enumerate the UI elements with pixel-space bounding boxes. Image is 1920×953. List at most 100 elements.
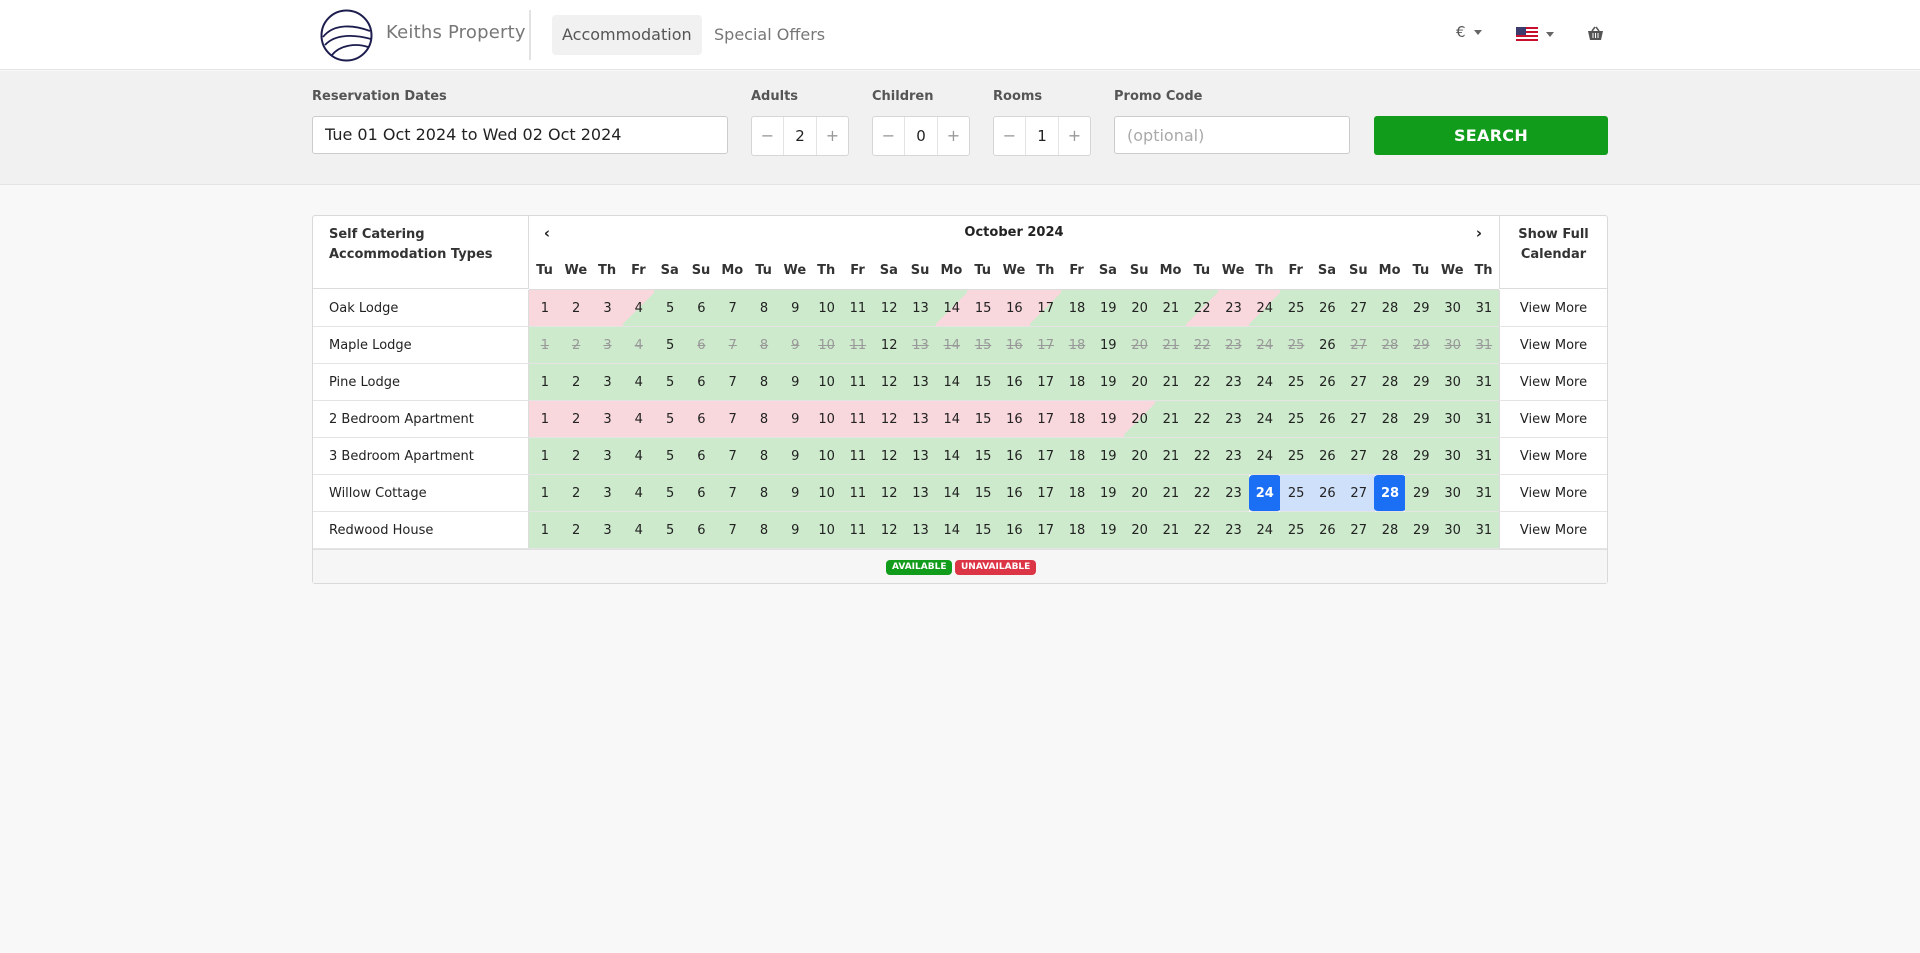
calendar-day-cell[interactable]: 23: [1217, 438, 1250, 475]
calendar-day-cell[interactable]: 8: [748, 327, 780, 364]
calendar-day-cell[interactable]: 12: [873, 327, 906, 364]
calendar-day-cell[interactable]: 8: [748, 438, 780, 475]
calendar-day-cell[interactable]: 22: [1186, 512, 1219, 549]
calendar-day-cell[interactable]: 27: [1342, 290, 1375, 327]
calendar-day-cell[interactable]: 25: [1280, 364, 1312, 401]
calendar-day-cell[interactable]: 26: [1311, 475, 1344, 512]
calendar-day-cell[interactable]: 3: [591, 438, 624, 475]
calendar-day-cell[interactable]: 5: [654, 438, 686, 475]
calendar-day-cell[interactable]: 23: [1217, 364, 1250, 401]
calendar-day-cell[interactable]: 20: [1123, 512, 1156, 549]
calendar-day-cell[interactable]: 26: [1311, 327, 1344, 364]
calendar-day-cell[interactable]: 4: [622, 290, 655, 327]
calendar-day-cell[interactable]: 31: [1468, 438, 1500, 475]
rooms-value[interactable]: 1: [1026, 117, 1058, 155]
dates-input[interactable]: Tue 01 Oct 2024 to Wed 02 Oct 2024: [312, 116, 728, 154]
calendar-day-cell[interactable]: 8: [748, 475, 780, 512]
calendar-day-cell[interactable]: 13: [904, 438, 937, 475]
calendar-day-cell[interactable]: 29: [1405, 438, 1438, 475]
adults-value[interactable]: 2: [784, 117, 816, 155]
calendar-day-cell[interactable]: 18: [1061, 327, 1093, 364]
calendar-day-cell[interactable]: 2: [560, 475, 593, 512]
calendar-day-cell[interactable]: 10: [810, 512, 843, 549]
calendar-day-cell[interactable]: 21: [1155, 290, 1187, 327]
calendar-day-cell[interactable]: 8: [748, 512, 780, 549]
calendar-day-cell[interactable]: 29: [1405, 327, 1438, 364]
calendar-day-cell[interactable]: 10: [810, 401, 843, 438]
view-more-link[interactable]: View More: [1499, 327, 1607, 364]
calendar-day-cell[interactable]: 1: [529, 475, 561, 512]
calendar-day-cell[interactable]: 20: [1123, 438, 1156, 475]
view-more-link[interactable]: View More: [1499, 475, 1607, 512]
calendar-day-cell[interactable]: 21: [1155, 327, 1187, 364]
view-more-link[interactable]: View More: [1499, 438, 1607, 475]
calendar-day-cell[interactable]: 5: [654, 475, 686, 512]
show-full-calendar-link[interactable]: Show Full Calendar: [1499, 216, 1607, 289]
calendar-day-cell[interactable]: 6: [685, 475, 718, 512]
calendar-day-cell[interactable]: 30: [1436, 290, 1469, 327]
calendar-day-cell[interactable]: 9: [779, 364, 812, 401]
calendar-day-cell[interactable]: 20: [1123, 290, 1156, 327]
calendar-day-cell[interactable]: 2: [560, 327, 593, 364]
calendar-day-cell[interactable]: 4: [622, 475, 655, 512]
calendar-day-cell[interactable]: 7: [716, 327, 749, 364]
calendar-day-cell[interactable]: 30: [1436, 438, 1469, 475]
nav-special-offers[interactable]: Special Offers: [704, 15, 835, 55]
calendar-day-cell[interactable]: 9: [779, 290, 812, 327]
calendar-day-cell[interactable]: 29: [1405, 475, 1438, 512]
calendar-day-cell[interactable]: 4: [622, 364, 655, 401]
calendar-day-cell[interactable]: 17: [1029, 364, 1062, 401]
calendar-day-cell[interactable]: 14: [935, 438, 968, 475]
calendar-day-cell[interactable]: 29: [1405, 290, 1438, 327]
children-decrement-button[interactable]: −: [873, 117, 905, 155]
calendar-day-cell[interactable]: 28: [1374, 327, 1406, 364]
calendar-day-cell[interactable]: 13: [904, 327, 937, 364]
accommodation-name[interactable]: 3 Bedroom Apartment: [313, 438, 529, 475]
currency-dropdown[interactable]: €: [1456, 23, 1482, 41]
calendar-day-cell[interactable]: 9: [779, 438, 812, 475]
calendar-day-cell[interactable]: 24: [1248, 327, 1281, 364]
calendar-day-cell[interactable]: 29: [1405, 401, 1438, 438]
calendar-day-cell[interactable]: 4: [622, 512, 655, 549]
calendar-day-cell[interactable]: 16: [998, 401, 1031, 438]
calendar-day-cell[interactable]: 2: [560, 401, 593, 438]
view-more-link[interactable]: View More: [1499, 401, 1607, 438]
calendar-day-cell[interactable]: 25: [1280, 475, 1312, 512]
calendar-day-cell[interactable]: 11: [842, 364, 874, 401]
calendar-day-cell[interactable]: 30: [1436, 364, 1469, 401]
adults-increment-button[interactable]: +: [816, 117, 848, 155]
calendar-day-cell[interactable]: 14: [935, 401, 968, 438]
calendar-day-cell[interactable]: 15: [967, 475, 999, 512]
brand-name[interactable]: Keiths Property: [386, 22, 526, 43]
calendar-day-cell[interactable]: 29: [1405, 364, 1438, 401]
calendar-day-cell[interactable]: 19: [1092, 475, 1125, 512]
calendar-day-cell[interactable]: 5: [654, 401, 686, 438]
calendar-day-cell[interactable]: 2: [560, 364, 593, 401]
calendar-day-cell[interactable]: 7: [716, 475, 749, 512]
calendar-day-cell[interactable]: 2: [560, 438, 593, 475]
calendar-day-cell[interactable]: 10: [810, 290, 843, 327]
calendar-day-cell[interactable]: 12: [873, 475, 906, 512]
calendar-day-cell[interactable]: 12: [873, 364, 906, 401]
calendar-day-cell[interactable]: 7: [716, 438, 749, 475]
calendar-day-cell[interactable]: 10: [810, 475, 843, 512]
calendar-day-cell[interactable]: 16: [998, 290, 1031, 327]
calendar-day-cell[interactable]: 24: [1248, 401, 1281, 438]
calendar-day-cell[interactable]: 31: [1468, 401, 1500, 438]
calendar-day-cell[interactable]: 30: [1436, 327, 1469, 364]
calendar-day-cell[interactable]: 16: [998, 364, 1031, 401]
calendar-day-cell[interactable]: 14: [935, 290, 968, 327]
calendar-day-cell[interactable]: 27: [1342, 475, 1375, 512]
calendar-day-cell[interactable]: 23: [1217, 401, 1250, 438]
calendar-day-cell[interactable]: 5: [654, 327, 686, 364]
calendar-day-cell[interactable]: 20: [1123, 475, 1156, 512]
calendar-day-cell[interactable]: 23: [1217, 327, 1250, 364]
calendar-day-cell[interactable]: 13: [904, 364, 937, 401]
calendar-day-cell[interactable]: 12: [873, 512, 906, 549]
logo-icon[interactable]: [320, 9, 373, 62]
calendar-day-cell[interactable]: 8: [748, 290, 780, 327]
calendar-day-cell[interactable]: 10: [810, 364, 843, 401]
prev-month-icon[interactable]: ‹: [537, 224, 557, 242]
calendar-day-cell[interactable]: 27: [1342, 512, 1375, 549]
calendar-day-cell[interactable]: 31: [1468, 364, 1500, 401]
